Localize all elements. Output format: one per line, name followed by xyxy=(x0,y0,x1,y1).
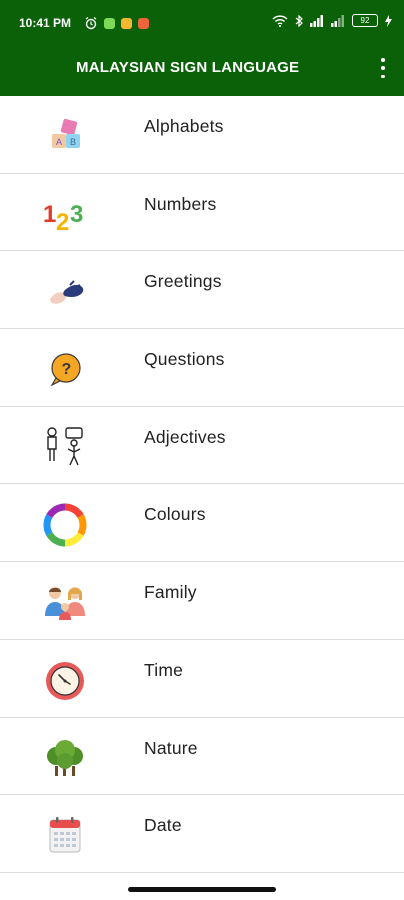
clock-icon xyxy=(46,661,84,700)
category-item-questions[interactable]: ? Questions xyxy=(0,329,404,407)
category-label: Adjectives xyxy=(144,426,226,447)
svg-text:B: B xyxy=(70,137,76,147)
top-app-bar: 10:41 PM 92 MALAYSIAN SIGN LANGUAGE xyxy=(0,0,404,96)
calendar-icon xyxy=(49,817,81,853)
svg-text:1: 1 xyxy=(43,201,56,228)
svg-text:2: 2 xyxy=(56,209,69,236)
color-wheel-icon xyxy=(43,503,87,547)
category-item-alphabets[interactable]: A B Alphabets xyxy=(0,96,404,174)
category-label: Numbers xyxy=(144,193,217,214)
numbers-123-icon: 1 2 3 xyxy=(43,201,83,236)
category-label: Family xyxy=(144,582,197,603)
signal-icon xyxy=(331,14,344,27)
app-notification-icon xyxy=(121,17,132,29)
category-item-greetings[interactable]: Greetings xyxy=(0,251,404,330)
app-title: MALAYSIAN SIGN LANGUAGE xyxy=(76,59,300,76)
signal-icon xyxy=(310,14,323,27)
category-label: Alphabets xyxy=(144,116,224,136)
gesture-navigation-bar[interactable] xyxy=(128,887,276,892)
charging-icon xyxy=(385,14,392,27)
category-item-time[interactable]: Time xyxy=(0,639,404,718)
people-expressions-icon xyxy=(47,427,83,466)
category-label: Greetings xyxy=(144,271,222,292)
family-icon xyxy=(45,587,85,621)
category-label: Questions xyxy=(144,349,225,370)
app-notification-icon xyxy=(104,17,115,29)
question-bubble-icon: ? xyxy=(50,353,81,387)
category-label: Time xyxy=(144,659,184,680)
status-time: 10:41 PM xyxy=(19,16,72,30)
svg-text:A: A xyxy=(56,137,62,147)
app-notification-icon xyxy=(138,17,149,29)
waving-hands-icon xyxy=(50,280,84,305)
trees-icon xyxy=(47,739,83,776)
category-item-numbers[interactable]: 1 2 3 Numbers xyxy=(0,173,404,252)
category-label: Nature xyxy=(144,737,198,758)
bluetooth-icon xyxy=(295,14,303,27)
category-item-colours[interactable]: Colours xyxy=(0,484,404,563)
alarm-icon xyxy=(85,17,97,30)
category-item-nature[interactable]: Nature xyxy=(0,717,404,796)
svg-text:?: ? xyxy=(62,361,72,378)
category-label: Date xyxy=(144,815,182,836)
alphabet-blocks-icon: A B xyxy=(52,118,80,148)
category-label: Colours xyxy=(144,504,206,525)
category-item-adjectives[interactable]: Adjectives xyxy=(0,406,404,485)
category-list: A B Alphabets 1 2 3 Numbers Greetings ? … xyxy=(0,96,404,873)
svg-text:3: 3 xyxy=(70,201,83,228)
category-item-family[interactable]: Family xyxy=(0,562,404,640)
status-bar: 10:41 PM 92 xyxy=(0,0,404,46)
battery-indicator: 92 xyxy=(352,14,378,27)
more-vert-icon[interactable] xyxy=(378,58,388,78)
wifi-icon xyxy=(272,14,288,27)
category-item-date[interactable]: Date xyxy=(0,795,404,873)
notification-icons xyxy=(84,15,149,31)
system-icons: 92 xyxy=(272,14,392,27)
